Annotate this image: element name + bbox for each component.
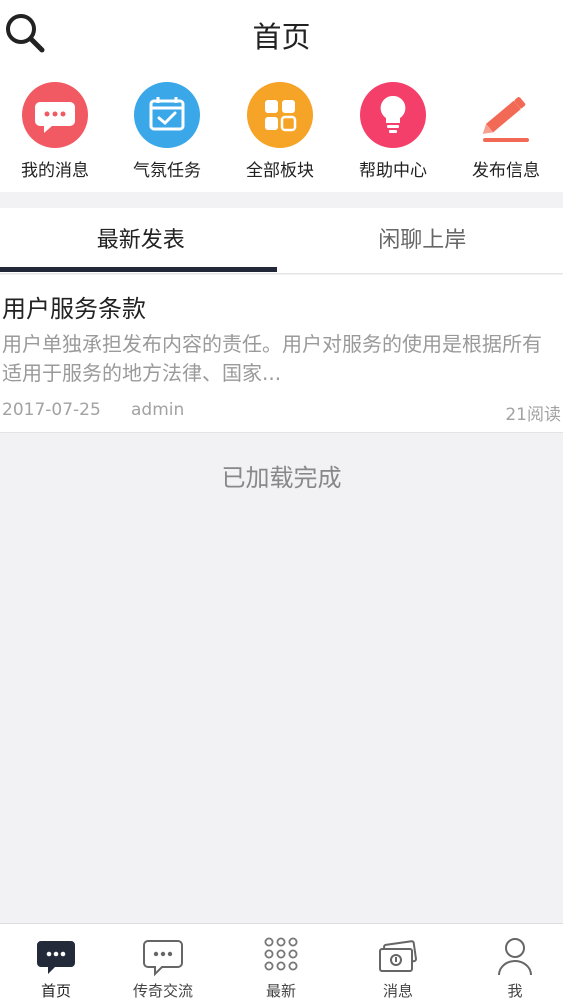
grid-blocks-icon	[247, 82, 313, 148]
quick-link-tasks[interactable]: 气氛任务	[117, 82, 217, 192]
pencil-icon	[473, 82, 539, 148]
post-read-count: 21阅读	[505, 405, 561, 425]
quick-link-label: 发布信息	[472, 161, 540, 181]
quick-link-help-center[interactable]: 帮助中心	[343, 82, 443, 192]
nav-messages[interactable]: 消息	[342, 924, 454, 1000]
nav-label: 传奇交流	[132, 982, 193, 1000]
nav-label: 首页	[40, 982, 71, 1000]
message-cards-icon	[379, 940, 417, 972]
quick-link-label: 全部板块	[246, 161, 314, 181]
post-author: admin	[131, 400, 185, 420]
quick-link-all-boards[interactable]: 全部板块	[230, 82, 330, 192]
quick-link-post-info[interactable]: 发布信息	[456, 82, 556, 192]
tab-latest-posts[interactable]: 最新发表	[0, 208, 282, 274]
quick-link-label: 气氛任务	[133, 161, 201, 181]
nav-me[interactable]: 我	[459, 924, 563, 1000]
page-title: 首页	[252, 20, 311, 54]
nav-label: 消息	[382, 982, 413, 1000]
chat-bubble-icon	[22, 82, 88, 148]
calendar-check-icon	[134, 82, 200, 148]
loaded-status-text: 已加载完成	[221, 464, 342, 492]
dots-grid-icon	[264, 937, 298, 971]
quick-link-my-messages[interactable]: 我的消息	[5, 82, 105, 192]
nav-label: 我	[507, 982, 523, 1000]
active-tab-indicator	[0, 267, 277, 272]
nav-label: 最新	[265, 982, 296, 1000]
post-list-item[interactable]: 用户服务条款 用户单独承担发布内容的责任。用户对服务的使用是根据所有适用于服务的…	[0, 275, 563, 433]
post-excerpt: 用户单独承担发布内容的责任。用户对服务的使用是根据所有适用于服务的地方法律、国家…	[2, 332, 542, 385]
nav-home[interactable]: 首页	[0, 924, 112, 1000]
top-header: 首页	[0, 0, 563, 68]
person-icon	[498, 938, 532, 976]
bottom-navigation: 首页 传奇交流 最新 消息 我	[0, 923, 563, 1000]
quick-link-label: 我的消息	[21, 161, 89, 181]
nav-legend-chat[interactable]: 传奇交流	[107, 924, 219, 1000]
quick-link-label: 帮助中心	[359, 161, 427, 181]
post-date: 2017-07-25	[2, 400, 101, 420]
lightbulb-icon	[360, 82, 426, 148]
quick-links-bar: 我的消息 气氛任务 全部板块 帮助中心 发布信息	[0, 68, 563, 192]
tab-casual-chat[interactable]: 闲聊上岸	[282, 208, 563, 274]
home-chat-icon	[37, 941, 75, 974]
content-tabs: 最新发表 闲聊上岸	[0, 208, 563, 274]
post-title: 用户服务条款	[2, 295, 146, 323]
chat-outline-icon	[143, 940, 183, 977]
nav-latest[interactable]: 最新	[225, 924, 337, 1000]
